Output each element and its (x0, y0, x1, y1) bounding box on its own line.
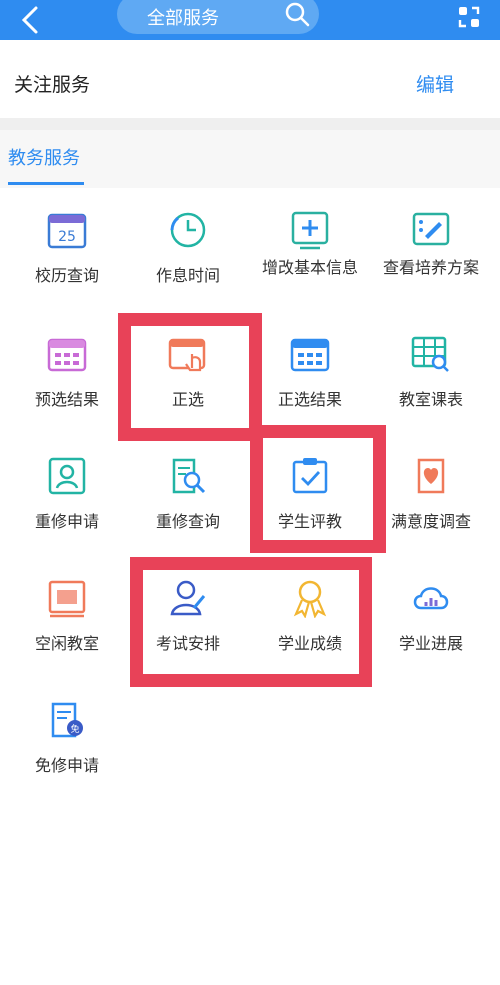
document-search-icon (172, 458, 206, 494)
service-label: 作息时间 (155, 266, 220, 285)
service-classroom-timetable[interactable]: 教室课表 (371, 314, 491, 434)
followed-services-title: 关注服务 (14, 74, 91, 96)
service-retake-application[interactable]: 重修申请 (7, 436, 127, 556)
service-label: 正选结果 (277, 390, 342, 409)
calendar-grid-icon (290, 338, 330, 372)
service-free-classroom[interactable]: 空闲教室 (7, 558, 127, 678)
tab-academic-services[interactable]: 教务服务 (8, 144, 80, 170)
service-label: 重修查询 (155, 512, 220, 531)
service-label: 预选结果 (34, 390, 99, 409)
category-tab-bar: 教务服务 (0, 130, 500, 188)
table-search-icon (411, 336, 449, 372)
service-label: 学业进展 (398, 634, 463, 653)
clock-icon (170, 212, 206, 248)
service-label: 增改基本信息 (261, 258, 358, 277)
document-exempt-icon: 免 (51, 702, 83, 738)
section-divider (0, 118, 500, 130)
service-edit-basic-info[interactable]: 增改基本信息 (250, 190, 370, 310)
highlight-box (118, 313, 262, 441)
service-label: 免修申请 (34, 756, 99, 775)
service-training-plan[interactable]: 查看培养方案 (371, 190, 491, 310)
top-bar: 全部服务 (0, 0, 500, 40)
edit-plan-icon (412, 212, 450, 246)
service-label: 空闲教室 (34, 634, 99, 653)
highlight-box (130, 557, 372, 687)
service-label: 教室课表 (398, 390, 463, 409)
highlight-box (250, 425, 386, 553)
svg-text:免: 免 (70, 723, 79, 735)
service-selection-result[interactable]: 正选结果 (250, 314, 370, 434)
calendar-grid-icon (47, 338, 87, 372)
back-arrow-icon[interactable] (14, 2, 50, 38)
service-preselection-result[interactable]: 预选结果 (7, 314, 127, 434)
search-bar[interactable]: 全部服务 (117, 0, 319, 34)
heart-scroll-icon (417, 458, 445, 494)
service-calendar-query[interactable]: 25 校历查询 (7, 190, 127, 310)
scan-icon[interactable] (456, 4, 482, 30)
user-card-icon (48, 457, 86, 495)
svg-text:25: 25 (58, 229, 76, 245)
service-label: 重修申请 (34, 512, 99, 531)
tab-underline (8, 182, 84, 185)
service-label: 查看培养方案 (382, 258, 479, 277)
search-icon[interactable] (283, 0, 311, 28)
service-retake-query[interactable]: 重修查询 (128, 436, 248, 556)
service-satisfaction-survey[interactable]: 满意度调查 (371, 436, 491, 556)
service-label: 校历查询 (34, 266, 99, 285)
add-info-icon (291, 211, 329, 250)
cloud-chart-icon (413, 587, 449, 610)
followed-services-section: 关注服务 编辑 (0, 40, 500, 118)
calendar-25-icon: 25 (47, 213, 87, 249)
service-schedule-time[interactable]: 作息时间 (128, 190, 248, 310)
edit-button[interactable]: 编辑 (416, 70, 454, 97)
service-label: 满意度调查 (390, 512, 471, 531)
service-exemption-application[interactable]: 免 免修申请 (7, 680, 127, 800)
window-icon (48, 580, 86, 618)
service-academic-progress[interactable]: 学业进展 (371, 558, 491, 678)
search-label: 全部服务 (147, 8, 219, 29)
